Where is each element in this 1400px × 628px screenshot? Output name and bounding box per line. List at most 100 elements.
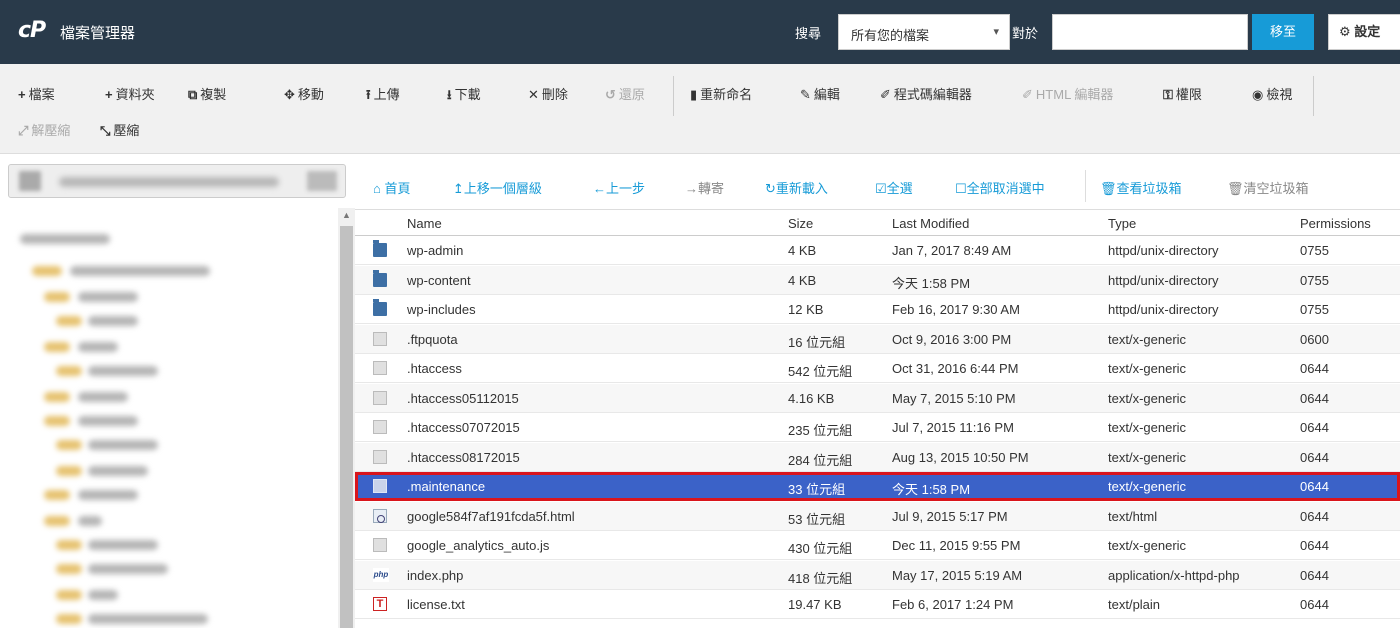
compress-button[interactable]: ⤡ 壓縮 [100,120,139,139]
reload-button[interactable]: ↻重新載入 [765,178,828,197]
column-header-type[interactable]: Type [1108,216,1136,231]
table-row[interactable]: google_analytics_auto.js 430 位元組 Dec 11, 2… [355,531,1400,560]
path-input[interactable] [8,164,346,198]
file-icon: ▮ [690,87,698,102]
up-level-button[interactable]: ↥上移一個層級 [453,178,542,197]
select-all-button[interactable]: ☑全選 [875,178,913,197]
toolbar: + 檔案 + 資料夾 ⧉ 複製 ✥ 移動 ⭱ 上傳 ⭳ 下載 ✕ 刪除 ↺ 還原 ▮ 重新命名 ✎… [0,64,1400,154]
tree-item[interactable] [88,316,138,326]
folder-icon [32,266,62,276]
cell-size: 53 位元組 [788,511,846,527]
expand-icon: ⤢ [18,123,29,138]
settings-label: 設定 [1354,24,1381,39]
cell-perms: 0755 [1300,302,1329,317]
cell-type: text/x-generic [1108,390,1187,406]
permissions-button[interactable]: ⚿ 權限 [1163,84,1202,103]
table-row[interactable]: .htaccess08172015 284 位元組 Aug 13, 2015 10:… [355,442,1400,472]
tree-item[interactable] [88,564,168,574]
search-input[interactable] [1052,14,1248,50]
tree-item[interactable] [70,266,210,276]
upload-button[interactable]: ⭱ 上傳 [366,84,400,108]
go-button[interactable]: 移至 [1252,14,1314,50]
search-scope-select[interactable]: 所有您的檔案 ▾ [838,14,1010,50]
cell-modified: Oct 31, 2016 6:44 PM [892,361,1019,376]
cell-name: .htaccess07072015 [407,420,520,435]
folder-icon [44,292,70,302]
tree-item[interactable] [78,416,138,426]
tree-item[interactable] [78,490,138,500]
cell-name: google_analytics_auto.js [407,538,550,553]
home-icon: ⌂ [373,181,381,196]
cell-modified: Feb 16, 2017 9:30 AM [892,302,1020,317]
column-header-last-modified[interactable]: Last Modified [892,216,969,231]
view-trash-button[interactable]: 🗑查看垃圾箱 [1100,178,1182,197]
home-button[interactable]: ⌂ 首頁 [373,178,411,197]
scrollbar-thumb[interactable] [340,226,353,628]
back-button[interactable]: ←上一步 [593,178,645,197]
tree-item[interactable] [20,234,110,244]
cell-name: .ftpquota [407,331,458,347]
tree-item[interactable] [88,590,118,600]
home-icon[interactable] [19,171,41,191]
tree-item[interactable] [88,366,158,376]
table-row[interactable]: .htaccess05112015 4.16 KB May 7, 2015 5:10… [355,383,1400,413]
tree-item[interactable] [78,392,128,402]
view-button[interactable]: ◉ 檢視 [1252,84,1292,103]
copy-button[interactable]: ⧉ 複製 [188,84,226,103]
table-row[interactable]: wp-content 4 KB 今天 1:58 PM httpd/unix-direc… [355,265,1400,295]
toolbar-divider [1313,76,1314,116]
cell-name: .htaccess [407,361,462,376]
table-row[interactable]: wp-includes 12 KB Feb 16, 2017 9:30 AM http… [355,295,1400,324]
column-header-name[interactable]: Name [407,216,442,231]
table-row[interactable]: .maintenance 33 位元組 今天 1:58 PM text/x-gener… [355,472,1400,501]
table-row[interactable]: .htaccess 542 位元組 Oct 31, 2016 6:44 PM text… [355,354,1400,383]
restore-button[interactable]: ↺ 還原 [605,84,645,103]
cell-size: 12 KB [788,302,824,317]
cell-size: 542 位元組 [788,364,853,379]
tree-item[interactable] [78,342,118,352]
scroll-up-icon[interactable]: ▲ [342,210,351,220]
cell-modified: Aug 13, 2015 10:50 PM [892,449,1029,465]
new-file-button[interactable]: + 檔案 [18,84,55,103]
table-row[interactable]: google584f7af191fcda5f.html 53 位元組 Jul 9, … [355,501,1400,531]
cell-type: text/plain [1108,597,1161,612]
sidebar-scrollbar[interactable]: ▲ [338,208,355,628]
download-button[interactable]: ⭳ 下載 [447,84,481,108]
table-row[interactable]: .ftpquota 16 位元組 Oct 9, 2016 3:00 PM text/x… [355,324,1400,354]
edit-button[interactable]: ✎ 編輯 [800,84,840,103]
table-row[interactable]: wp-admin 4 KB Jan 7, 2017 8:49 AM httpd/uni… [355,236,1400,265]
table-row[interactable]: php index.php 418 位元組 May 17, 2015 5:19 AM a… [355,560,1400,590]
tree-item[interactable] [78,292,138,302]
tree-item[interactable] [78,516,102,526]
empty-trash-button[interactable]: 🗑清空垃圾箱 [1227,178,1309,197]
cell-modified: Feb 6, 2017 1:24 PM [892,597,1014,612]
tree-item[interactable] [88,440,158,450]
rename-button[interactable]: ▮ 重新命名 [690,84,752,103]
extract-button[interactable]: ⤢ 解壓縮 [18,120,70,139]
unselect-all-button[interactable]: ☐全部取消選中 [955,178,1045,197]
search-label: 搜尋 [795,26,822,41]
tree-item[interactable] [88,466,148,476]
column-header-permissions[interactable]: Permissions [1300,216,1371,231]
file-file-icon [373,449,387,464]
forward-button[interactable]: →轉寄 [685,178,724,197]
gear-icon: ⚙ [1339,24,1351,39]
path-text [59,177,279,187]
column-header-size[interactable]: Size [788,216,813,231]
html-file-icon [373,508,387,523]
tree-item[interactable] [88,540,158,550]
path-go-button[interactable] [307,171,337,191]
settings-button[interactable]: ⚙ 設定 [1328,14,1400,50]
file-file-icon [373,420,387,434]
table-row[interactable]: .htaccess07072015 235 位元組 Jul 7, 2015 11:1… [355,413,1400,442]
delete-button[interactable]: ✕ 刪除 [528,84,568,103]
code-editor-button[interactable]: ✐ 程式碼編輯器 [880,84,972,103]
html-editor-button[interactable]: ✐ HTML 編輯器 [1022,84,1113,103]
move-button[interactable]: ✥ 移動 [284,84,324,103]
tree-item[interactable] [88,614,208,624]
checkbox-empty-icon: ☐ [955,181,967,196]
caret-down-icon: ▾ [993,26,999,38]
new-folder-button[interactable]: + 資料夾 [105,84,155,103]
edit-icon: ✐ [880,87,891,102]
table-row[interactable]: Tlicense.txt 19.47 KB Feb 6, 2017 1:24 PM t… [355,590,1400,619]
